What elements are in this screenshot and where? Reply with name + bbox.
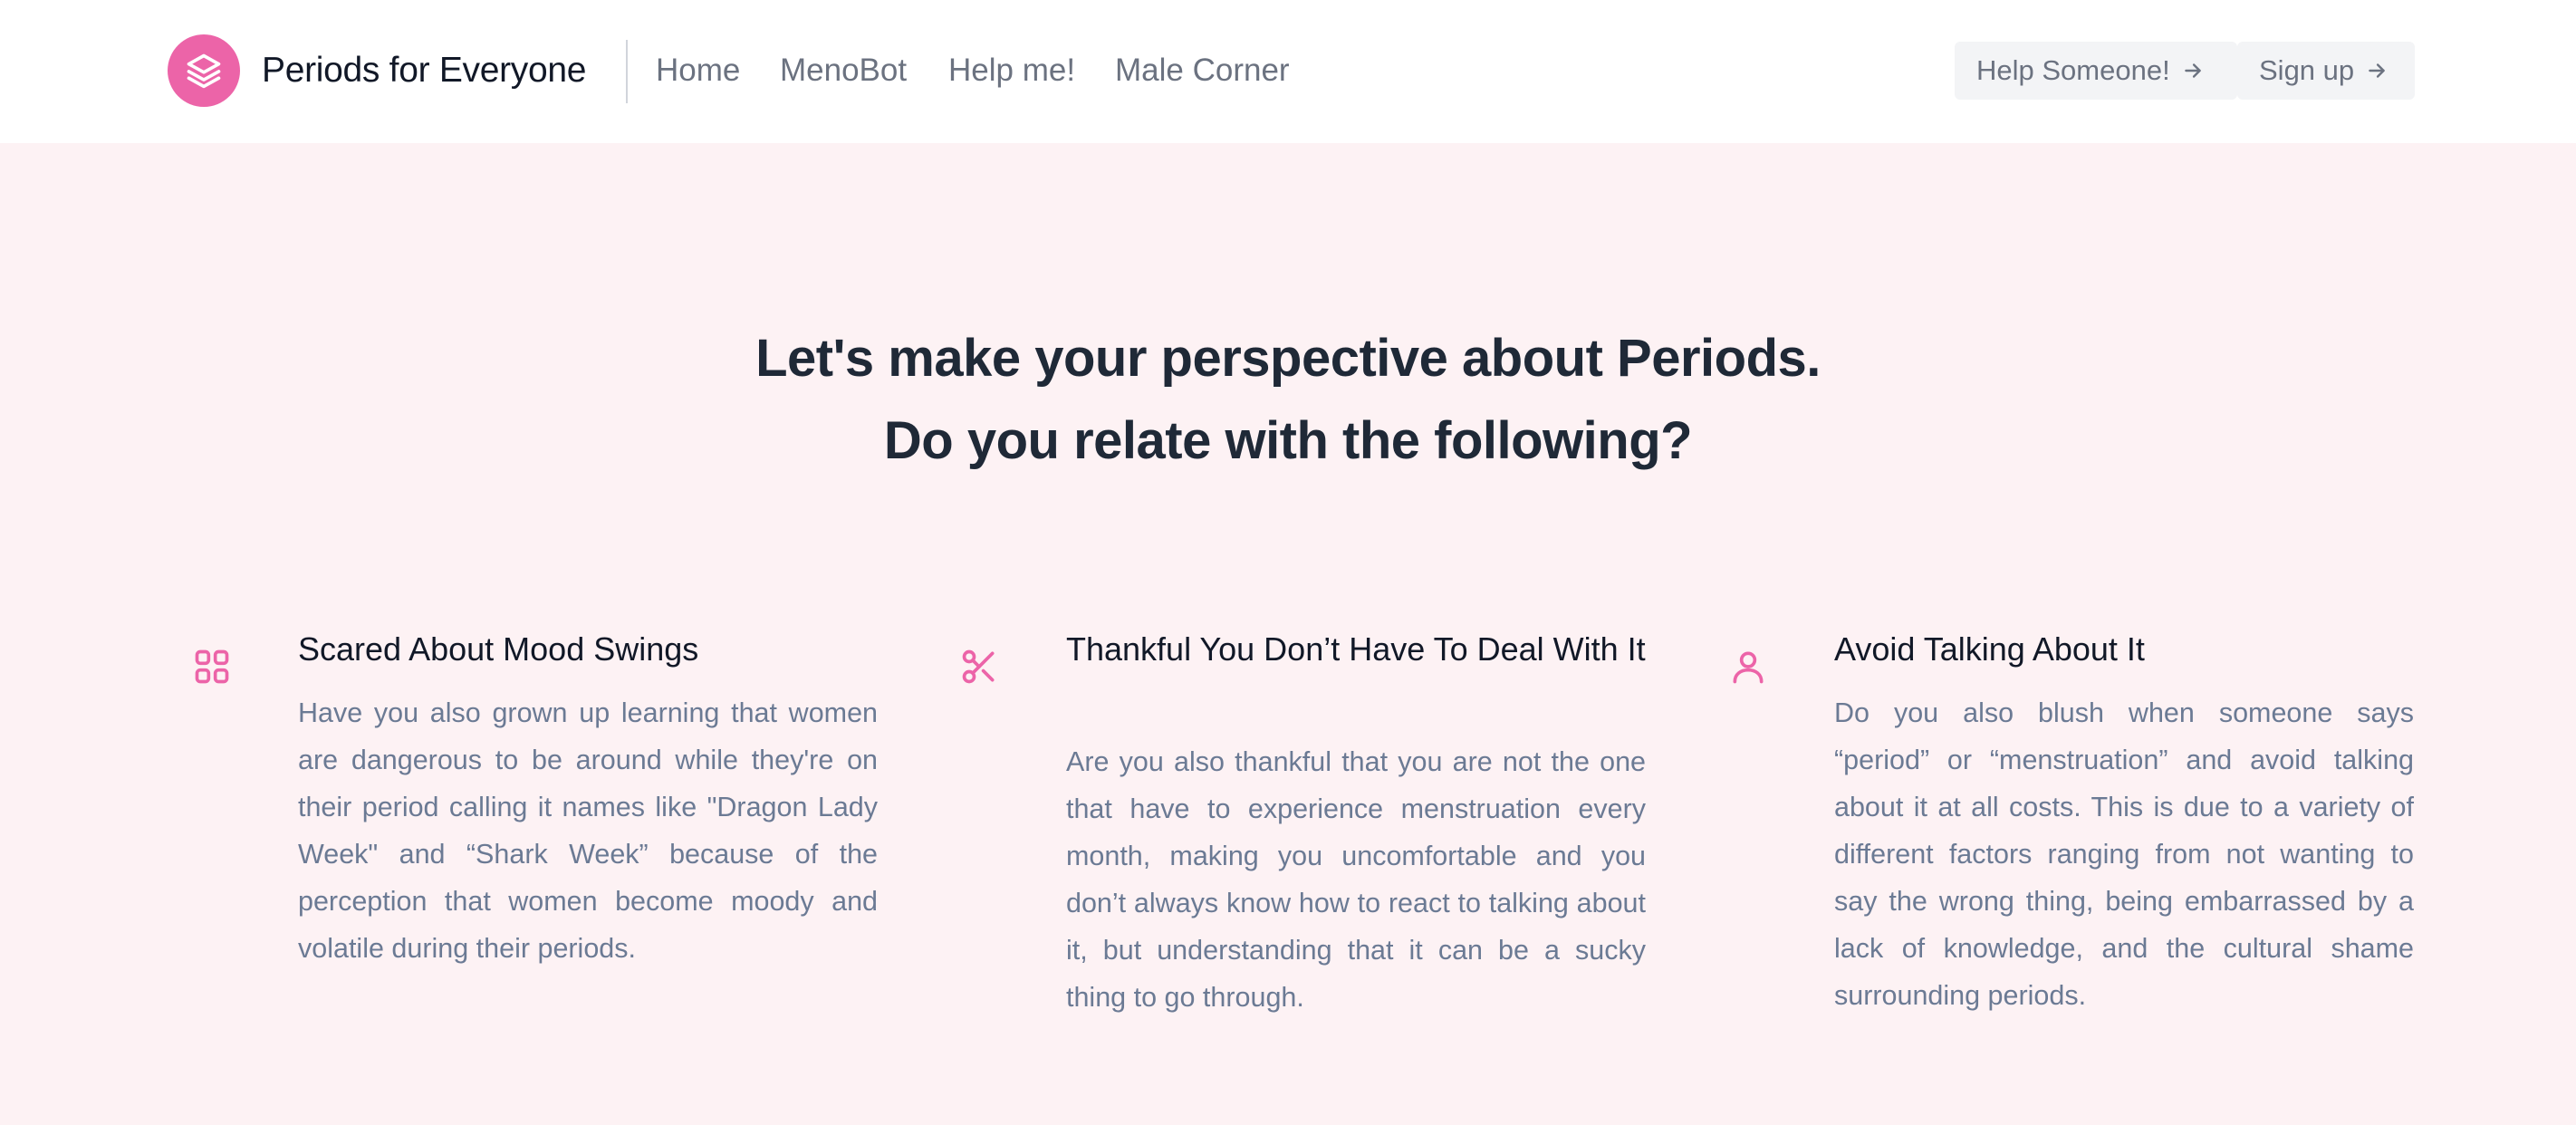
feature-title-thankful: Thankful You Don’t Have To Deal With It (1066, 630, 1646, 668)
nav-home[interactable]: Home (656, 47, 740, 94)
sign-up-button[interactable]: Sign up (2237, 42, 2415, 100)
scissors-icon (962, 649, 995, 684)
hero-line-2: Do you relate with the following? (883, 411, 1693, 470)
nav-male-corner[interactable]: Male Corner (1115, 47, 1290, 94)
layers-icon (187, 53, 221, 89)
sign-up-label: Sign up (2259, 54, 2355, 86)
nav-menobot[interactable]: MenoBot (780, 47, 907, 94)
feature-title-mood-swings: Scared About Mood Swings (298, 630, 699, 668)
hero-line-1: Let's make your perspective about Period… (755, 329, 1821, 388)
arrow-right-icon (2184, 63, 2201, 78)
brand-name[interactable]: Periods for Everyone (262, 45, 586, 96)
feature-body-avoid-talking: Do you also blush when someone says “per… (1834, 697, 2414, 1011)
help-someone-button[interactable]: Help Someone! (1955, 42, 2237, 100)
nav-help-me[interactable]: Help me! (948, 47, 1075, 94)
user-icon (1733, 651, 1764, 684)
feature-body-thankful: Are you also thankful that you are not t… (1066, 746, 1646, 1013)
header-divider (626, 40, 628, 103)
feature-body-mood-swings: Have you also grown up learning that wom… (298, 697, 878, 964)
arrow-right-icon (2369, 63, 2385, 78)
feature-title-avoid-talking: Avoid Talking About It (1834, 630, 2145, 668)
grid-icon (195, 649, 229, 684)
hero-heading: Let's make your perspective about Period… (0, 317, 2576, 482)
help-someone-label: Help Someone! (1976, 54, 2170, 86)
site-header: Periods for Everyone Home MenoBot Help m… (0, 0, 2576, 143)
logo[interactable] (168, 34, 240, 107)
